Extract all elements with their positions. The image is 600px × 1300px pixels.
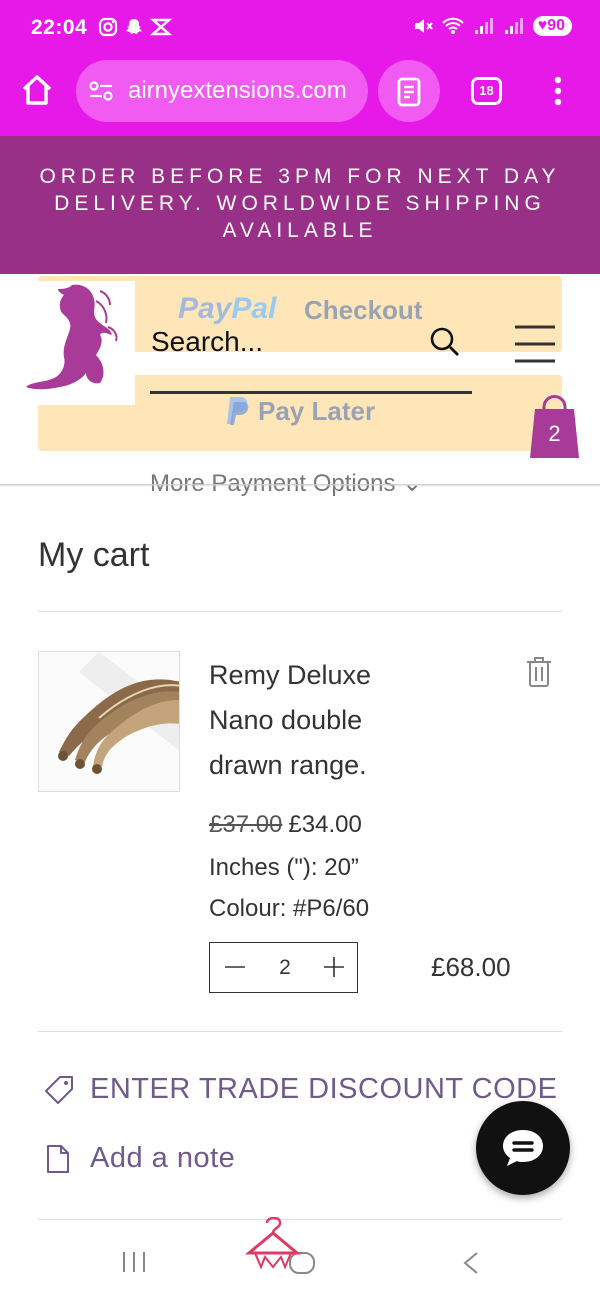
announcement-bar: ORDER BEFORE 3PM FOR NEXT DAY DELIVERY. … bbox=[0, 136, 600, 274]
paypal-brand-part2: Pal bbox=[231, 292, 277, 325]
paypal-brand-part1: Pay bbox=[178, 292, 232, 325]
address-bar[interactable]: airnyextensions.com bbox=[76, 60, 368, 122]
notification-icons bbox=[98, 17, 172, 37]
sale-price: £34.00 bbox=[288, 811, 362, 838]
plus-icon[interactable] bbox=[323, 956, 345, 978]
mute-icon bbox=[414, 19, 433, 33]
announcement-line-3: AVAILABLE bbox=[222, 219, 378, 242]
signal-icon bbox=[474, 18, 493, 34]
instagram-icon bbox=[98, 17, 118, 37]
reader-mode-button[interactable] bbox=[378, 60, 440, 122]
minus-icon[interactable] bbox=[224, 956, 246, 978]
tabs-button[interactable]: 18 bbox=[471, 77, 502, 105]
quantity-value[interactable]: 2 bbox=[270, 956, 300, 980]
product-name[interactable]: Remy Deluxe Nano double drawn range. bbox=[209, 653, 439, 788]
more-menu-icon[interactable] bbox=[553, 76, 563, 106]
header-shadow bbox=[0, 484, 600, 487]
mail-icon bbox=[150, 18, 172, 36]
search-underline bbox=[150, 391, 472, 394]
option-inches: Inches ("): 20” bbox=[209, 854, 359, 881]
site-settings-icon[interactable] bbox=[88, 80, 114, 102]
paypal-checkout-label: Checkout bbox=[304, 295, 423, 325]
search-icon[interactable] bbox=[429, 326, 461, 358]
home-icon[interactable] bbox=[20, 74, 54, 106]
chat-button[interactable] bbox=[476, 1101, 570, 1195]
chat-bubble-icon bbox=[503, 1130, 543, 1166]
search-input[interactable]: Search... bbox=[151, 326, 263, 358]
trade-discount-link[interactable]: ENTER TRADE DISCOUNT CODE bbox=[44, 1073, 557, 1106]
trade-discount-label[interactable]: ENTER TRADE DISCOUNT CODE bbox=[90, 1073, 557, 1106]
cart-count-badge: 2 bbox=[548, 421, 561, 446]
option-colour: Colour: #P6/60 bbox=[209, 895, 370, 922]
clock: 22:04 bbox=[31, 16, 88, 39]
cart-divider-top bbox=[38, 611, 562, 612]
announcement-line-2: DELIVERY. WORLDWIDE SHIPPING bbox=[54, 192, 546, 215]
tag-icon bbox=[45, 1075, 73, 1104]
snapchat-icon bbox=[126, 19, 142, 34]
document-note-icon bbox=[47, 1144, 69, 1173]
battery-level: 90 bbox=[547, 17, 565, 34]
product-thumbnail[interactable] bbox=[38, 651, 180, 792]
recent-apps-icon[interactable] bbox=[121, 1251, 147, 1273]
paypal-p-icon bbox=[227, 397, 249, 425]
line-total: £68.00 bbox=[431, 952, 511, 982]
original-price: £37.00 bbox=[209, 811, 283, 838]
quantity-stepper: 2 bbox=[209, 942, 358, 993]
add-note-label[interactable]: Add a note bbox=[90, 1142, 235, 1175]
paypal-logo: PayPal bbox=[178, 292, 276, 326]
announcement-line-1: ORDER BEFORE 3PM FOR NEXT DAY bbox=[39, 165, 561, 188]
wifi-icon bbox=[441, 17, 464, 34]
pay-later-label: Pay Later bbox=[258, 396, 376, 426]
status-bar: 22:04 ♥90 bbox=[0, 0, 600, 56]
signal-icon-2 bbox=[504, 18, 523, 34]
hair-extension-image bbox=[39, 652, 179, 791]
browser-chrome: 22:04 ♥90 airnyextensions.com 18 bbox=[0, 0, 600, 136]
browser-toolbar: airnyextensions.com 18 bbox=[0, 58, 600, 124]
back-icon[interactable] bbox=[461, 1251, 481, 1275]
battery-indicator: ♥90 bbox=[532, 16, 572, 36]
cart-divider-middle bbox=[38, 1031, 562, 1032]
document-icon bbox=[397, 77, 421, 107]
cart-title: My cart bbox=[38, 536, 150, 574]
trash-icon[interactable] bbox=[525, 656, 553, 688]
url-text[interactable]: airnyextensions.com bbox=[128, 77, 360, 105]
hanger-icon bbox=[245, 1217, 301, 1270]
hamburger-menu-icon[interactable] bbox=[513, 324, 557, 364]
system-icons: ♥90 bbox=[413, 16, 572, 36]
brand-logo[interactable] bbox=[10, 281, 135, 405]
add-note-link[interactable]: Add a note bbox=[46, 1142, 235, 1175]
price-row: £37.00 £34.00 bbox=[209, 811, 362, 839]
silhouette-logo-icon bbox=[26, 284, 118, 390]
